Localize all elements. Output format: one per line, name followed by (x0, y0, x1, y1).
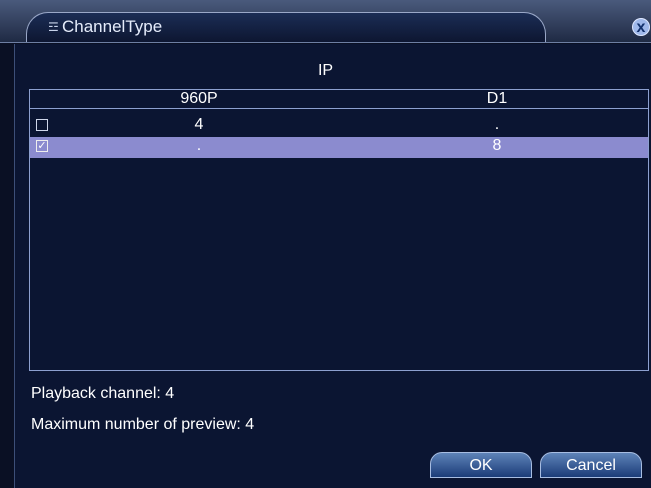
cell-960p: 4 (194, 116, 204, 133)
cell-d1: . (494, 116, 500, 133)
row-checkbox[interactable]: ✓ (36, 140, 48, 152)
playback-channel-text: Playback channel: 4 (31, 385, 175, 402)
cancel-button[interactable]: Cancel (540, 452, 642, 478)
ip-group-label: IP (317, 62, 334, 79)
dialog-window: ☲ ChannelType x IP 960P D1 4 . ✓ . 8 Pla… (0, 0, 651, 488)
close-button[interactable]: x (632, 18, 650, 36)
max-preview-text: Maximum number of preview: 4 (31, 416, 255, 433)
ok-button[interactable]: OK (430, 452, 532, 478)
dialog-title: ChannelType (62, 17, 163, 36)
cell-960p: . (196, 137, 202, 154)
row-checkbox[interactable] (36, 119, 48, 131)
table-row[interactable]: 4 . (30, 116, 648, 137)
table-row-selected[interactable]: ✓ . 8 (30, 137, 648, 158)
channel-icon: ☲ (48, 20, 59, 34)
table-header: 960P D1 (30, 90, 648, 109)
header-960p: 960P (180, 90, 218, 107)
header-d1: D1 (486, 90, 508, 107)
cell-d1: 8 (492, 137, 502, 154)
